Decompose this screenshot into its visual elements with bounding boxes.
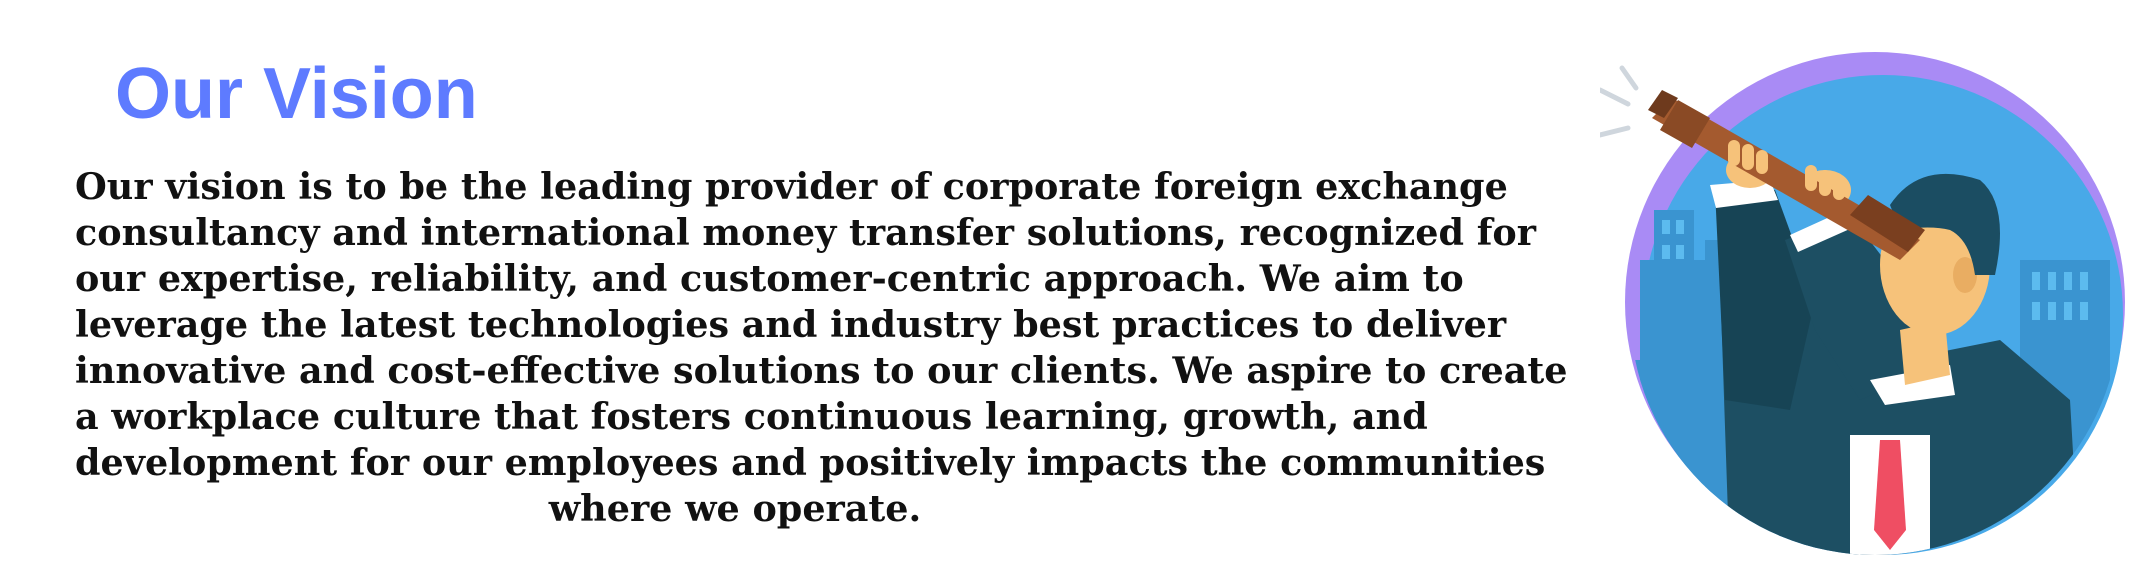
vision-paragraph: Our vision is to be the leading provider… xyxy=(75,164,1568,532)
vision-paragraph-line: a workplace culture that fosters continu… xyxy=(75,395,1428,438)
vision-paragraph-line: Our vision is to be the leading provider… xyxy=(75,165,1508,208)
glint-lines xyxy=(1600,65,1639,138)
vision-paragraph-line: our expertise, reliability, and customer… xyxy=(75,257,1464,300)
vision-paragraph-line: leverage the latest technologies and ind… xyxy=(75,303,1507,346)
vision-paragraph-line: development for our employees and positi… xyxy=(75,441,1546,484)
vision-paragraph-line: consultancy and international money tran… xyxy=(75,211,1536,254)
vision-paragraph-line: where we operate. xyxy=(548,487,922,530)
vision-paragraph-line: innovative and cost-effective solutions … xyxy=(75,349,1568,392)
businessman-with-telescope-icon xyxy=(1600,52,2125,555)
vision-section: Our Vision Our vision is to be the leadi… xyxy=(0,0,2152,574)
vision-heading: Our Vision xyxy=(115,54,478,134)
